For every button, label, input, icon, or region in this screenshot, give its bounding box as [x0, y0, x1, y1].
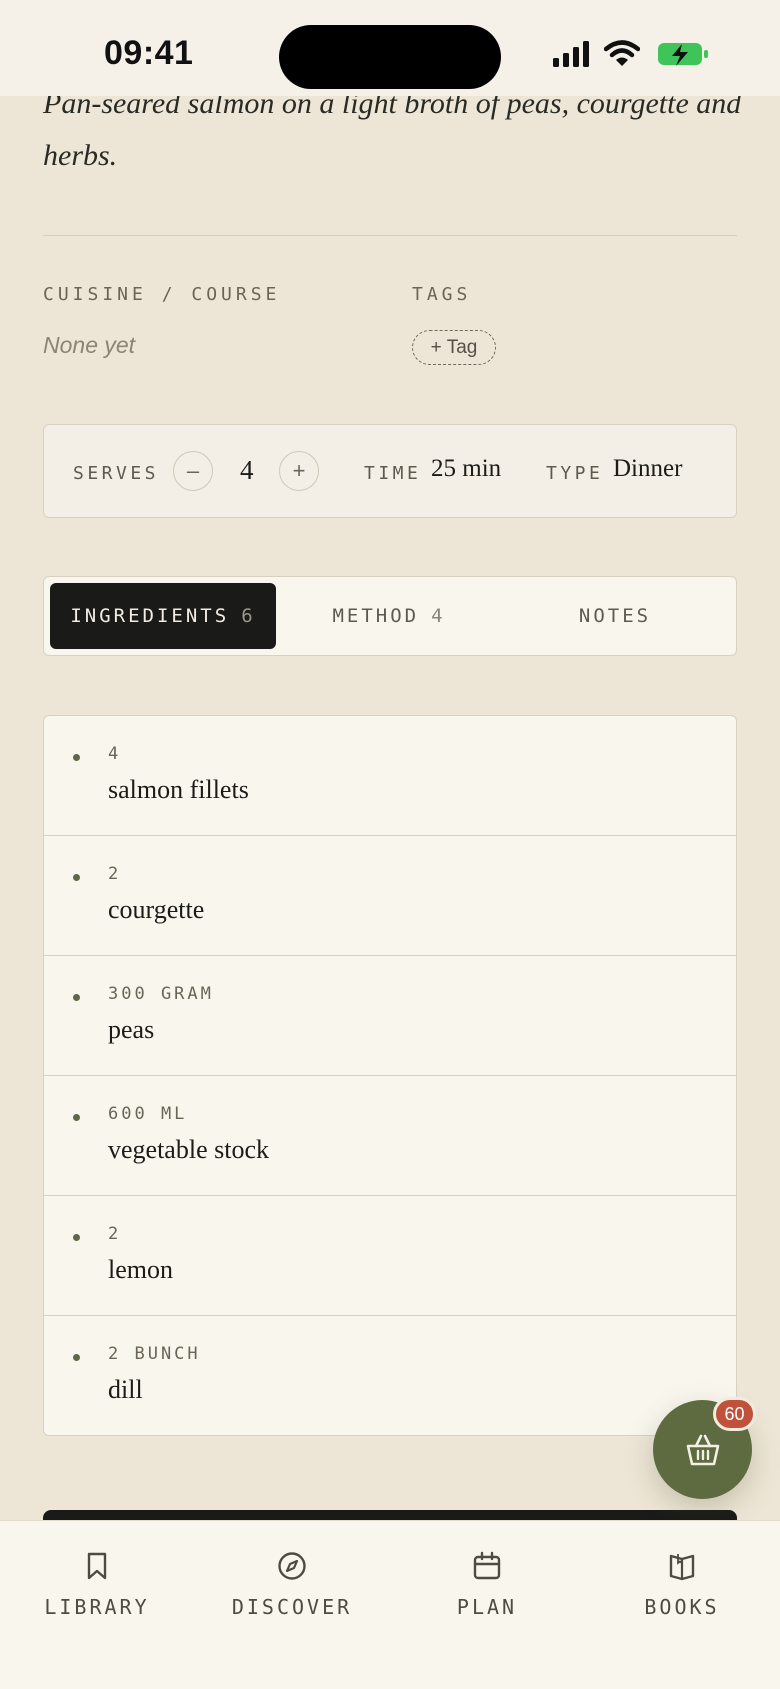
divider	[43, 235, 737, 236]
dynamic-island	[279, 25, 501, 89]
list-item[interactable]: 300 GRAM peas	[44, 956, 736, 1076]
list-item[interactable]: 2 courgette	[44, 836, 736, 956]
bottom-nav: LIBRARY DISCOVER PLAN BOOKS	[0, 1520, 780, 1689]
tab-notes[interactable]: NOTES	[502, 583, 728, 649]
cuisine-course-label: CUISINE / COURSE	[43, 284, 281, 305]
bullet	[73, 874, 80, 881]
serves-decrease-button[interactable]: –	[173, 451, 213, 491]
ingredient-name: dill	[108, 1375, 143, 1404]
nav-label: BOOKS	[644, 1595, 720, 1619]
open-book-icon	[669, 1554, 695, 1581]
nav-label: LIBRARY	[44, 1595, 150, 1619]
recipe-info-card: SERVES – 4 + TIME 25 min TYPE Dinner	[43, 424, 737, 518]
status-bar: 09:41	[0, 0, 780, 96]
ingredient-name: salmon fillets	[108, 775, 249, 804]
list-item[interactable]: 2 lemon	[44, 1196, 736, 1316]
ingredient-name: lemon	[108, 1255, 173, 1284]
list-item[interactable]: 2 BUNCH dill	[44, 1316, 736, 1435]
tab-count: 6	[241, 605, 256, 627]
tab-method[interactable]: METHOD 4	[276, 583, 502, 649]
tab-label: INGREDIENTS	[70, 605, 230, 627]
type-label: TYPE	[546, 463, 604, 484]
tab-count: 4	[431, 605, 446, 627]
nav-label: DISCOVER	[231, 1595, 353, 1619]
nav-item-discover[interactable]: DISCOVER	[212, 1551, 372, 1621]
wifi-icon	[604, 40, 640, 66]
basket-icon	[686, 1434, 719, 1465]
time-value[interactable]: 25 min	[431, 455, 501, 483]
compass-icon	[278, 1552, 306, 1580]
ingredient-quantity: 2 BUNCH	[108, 1344, 201, 1364]
ingredient-quantity: 4	[108, 744, 122, 764]
add-tag-button[interactable]: + Tag	[412, 330, 496, 365]
calendar-icon	[473, 1551, 501, 1580]
nav-item-library[interactable]: LIBRARY	[17, 1551, 177, 1621]
list-item[interactable]: 4 salmon fillets	[44, 716, 736, 836]
ingredient-quantity: 2	[108, 864, 122, 884]
tags-label: TAGS	[412, 284, 472, 305]
list-item[interactable]: 600 ML vegetable stock	[44, 1076, 736, 1196]
nav-label: PLAN	[456, 1595, 518, 1619]
basket-count-badge: 60	[713, 1397, 756, 1431]
signal-icon	[553, 41, 589, 67]
battery-charging-icon	[658, 43, 708, 66]
ingredient-quantity: 2	[108, 1224, 122, 1244]
bullet	[73, 1114, 80, 1121]
status-time: 09:41	[104, 34, 194, 72]
ingredient-name: vegetable stock	[108, 1135, 269, 1164]
bullet	[73, 994, 80, 1001]
bullet	[73, 754, 80, 761]
bullet	[73, 1234, 80, 1241]
tab-label: METHOD	[332, 605, 420, 627]
serves-increase-button[interactable]: +	[279, 451, 319, 491]
serves-value: 4	[240, 455, 254, 485]
nav-item-books[interactable]: BOOKS	[602, 1551, 762, 1621]
serves-label: SERVES	[73, 463, 160, 484]
ingredients-list: 4 salmon fillets 2 courgette 300 GRAM pe…	[43, 715, 737, 1436]
ingredient-name: courgette	[108, 895, 205, 924]
cuisine-course-value[interactable]: None yet	[43, 332, 135, 359]
ingredient-quantity: 600 ML	[108, 1104, 188, 1124]
ingredient-name: peas	[108, 1015, 155, 1044]
tab-label: NOTES	[578, 605, 652, 627]
bookmark-icon	[87, 1552, 107, 1580]
bullet	[73, 1354, 80, 1361]
tab-ingredients[interactable]: INGREDIENTS 6	[50, 583, 276, 649]
time-label: TIME	[364, 463, 422, 484]
recipe-tabs: INGREDIENTS 6 METHOD 4 NOTES	[43, 576, 737, 656]
type-value[interactable]: Dinner	[613, 455, 682, 483]
ingredient-quantity: 300 GRAM	[108, 984, 214, 1004]
nav-item-plan[interactable]: PLAN	[407, 1551, 567, 1621]
